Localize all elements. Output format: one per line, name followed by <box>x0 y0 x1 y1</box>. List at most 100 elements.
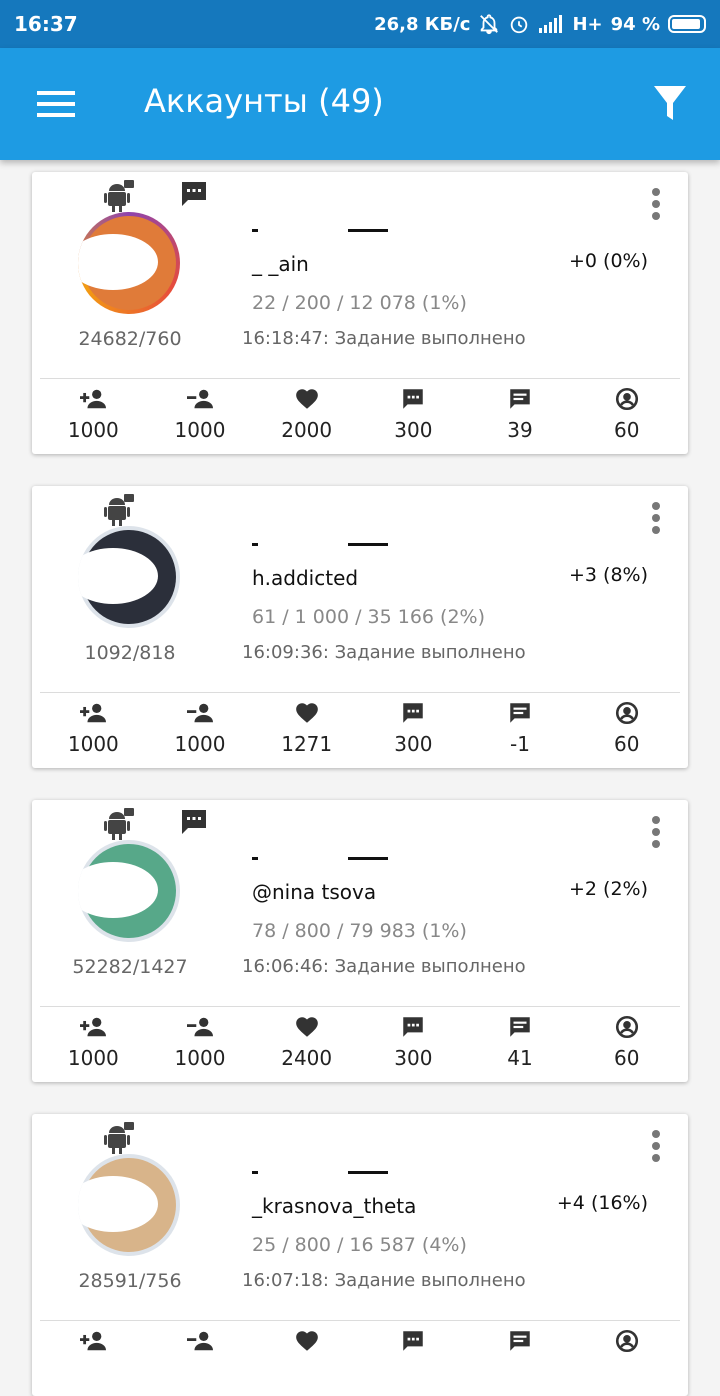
metric-comments[interactable]: 300 <box>360 700 467 760</box>
followers-following: 24682/760 <box>78 328 182 350</box>
metric-direct[interactable]: 41 <box>467 1014 574 1074</box>
android-icon <box>104 494 134 526</box>
avatar[interactable] <box>78 212 180 314</box>
battery-icon <box>668 15 706 33</box>
person-remove-icon <box>187 703 213 723</box>
more-options-icon[interactable] <box>648 814 664 854</box>
account-circle-icon <box>615 387 638 411</box>
metric-direct[interactable] <box>467 1328 574 1388</box>
followers-following: 1092/818 <box>84 642 176 664</box>
task-stats: 78 / 800 / 79 983 (1%) <box>252 920 467 942</box>
heart-icon <box>295 1331 318 1351</box>
chat-icon <box>510 1017 530 1037</box>
account-circle-icon <box>615 1329 638 1353</box>
display-name-redacted <box>252 220 402 238</box>
metric-limit[interactable] <box>573 1328 680 1388</box>
task-status: 16:07:18: Задание выполнено <box>242 1270 526 1291</box>
metrics-row: 1000 1000 2400 300 41 60 <box>40 1014 680 1074</box>
comment-icon <box>403 703 424 723</box>
battery-percent: 94 % <box>610 13 660 35</box>
android-icon <box>104 1122 134 1154</box>
metric-limit[interactable]: 60 <box>573 700 680 760</box>
task-status: 16:06:46: Задание выполнено <box>242 956 526 977</box>
metric-follow[interactable]: 1000 <box>40 700 147 760</box>
signal-icon <box>538 14 564 34</box>
username: _krasnova_theta <box>252 1194 417 1218</box>
account-circle-icon <box>615 701 638 725</box>
metric-likes[interactable]: 2400 <box>253 1014 360 1074</box>
metric-likes[interactable]: 1271 <box>253 700 360 760</box>
metric-limit[interactable]: 60 <box>573 1014 680 1074</box>
metric-unfollow[interactable]: 1000 <box>147 700 254 760</box>
metrics-row: 1000 1000 1271 300 -1 60 <box>40 700 680 760</box>
app-bar: Аккаунты (49) <box>0 48 720 160</box>
status-bar: 16:37 26,8 КБ/с H+ 94 % <box>0 0 720 48</box>
person-add-icon <box>80 1017 107 1037</box>
metric-direct[interactable]: -1 <box>467 700 574 760</box>
alarm-icon <box>508 13 530 35</box>
username: _ _ain <box>252 252 309 276</box>
heart-icon <box>295 1017 318 1037</box>
metric-comments[interactable] <box>360 1328 467 1388</box>
avatar[interactable] <box>78 1154 180 1256</box>
display-name-redacted <box>252 1162 402 1180</box>
display-name-redacted <box>252 534 402 552</box>
username: h.addicted <box>252 566 359 590</box>
heart-icon <box>295 703 318 723</box>
metric-limit[interactable]: 60 <box>573 386 680 446</box>
metric-likes[interactable]: 2000 <box>253 386 360 446</box>
page-title: Аккаунты (49) <box>144 82 384 120</box>
more-options-icon[interactable] <box>648 500 664 540</box>
username: @nina tsova <box>252 880 377 904</box>
account-circle-icon <box>615 1015 638 1039</box>
metric-unfollow[interactable]: 1000 <box>147 1014 254 1074</box>
more-options-icon[interactable] <box>648 1128 664 1168</box>
metrics-row <box>40 1328 680 1388</box>
metric-follow[interactable]: 1000 <box>40 386 147 446</box>
task-status: 16:18:47: Задание выполнено <box>242 328 526 349</box>
task-stats: 22 / 200 / 12 078 (1%) <box>252 292 467 314</box>
person-add-icon <box>80 1331 107 1351</box>
chat-icon <box>510 389 530 409</box>
metric-follow[interactable] <box>40 1328 147 1388</box>
growth-value: +0 (0%) <box>568 250 648 272</box>
menu-icon[interactable] <box>36 88 76 120</box>
metric-likes[interactable] <box>253 1328 360 1388</box>
metric-unfollow[interactable]: 1000 <box>147 386 254 446</box>
status-time: 16:37 <box>14 12 78 36</box>
followers-following: 28591/756 <box>78 1270 182 1292</box>
divider <box>40 1006 680 1007</box>
divider <box>40 1320 680 1321</box>
heart-icon <box>295 389 318 409</box>
metric-comments[interactable]: 300 <box>360 386 467 446</box>
message-icon <box>182 810 206 834</box>
more-options-icon[interactable] <box>648 186 664 226</box>
metric-follow[interactable]: 1000 <box>40 1014 147 1074</box>
metrics-row: 1000 1000 2000 300 39 60 <box>40 386 680 446</box>
task-status: 16:09:36: Задание выполнено <box>242 642 526 663</box>
divider <box>40 378 680 379</box>
comment-icon <box>403 389 424 409</box>
metric-direct[interactable]: 39 <box>467 386 574 446</box>
network-type: H+ <box>572 13 603 35</box>
metric-comments[interactable]: 300 <box>360 1014 467 1074</box>
account-card[interactable]: 1092/818 h.addicted +3 (8%) 61 / 1 000 /… <box>32 486 688 768</box>
comment-icon <box>403 1017 424 1037</box>
display-name-redacted <box>252 848 402 866</box>
person-add-icon <box>80 703 107 723</box>
task-stats: 25 / 800 / 16 587 (4%) <box>252 1234 467 1256</box>
chat-icon <box>510 703 530 723</box>
filter-icon[interactable] <box>652 84 692 124</box>
growth-value: +3 (8%) <box>568 564 648 586</box>
avatar[interactable] <box>78 526 180 628</box>
metric-unfollow[interactable] <box>147 1328 254 1388</box>
comment-icon <box>403 1331 424 1351</box>
person-remove-icon <box>187 1331 213 1351</box>
followers-following: 52282/1427 <box>72 956 188 978</box>
message-icon <box>182 182 206 206</box>
account-card[interactable]: 52282/1427 @nina tsova +2 (2%) 78 / 800 … <box>32 800 688 1082</box>
bell-off-icon <box>478 13 500 35</box>
account-card[interactable]: 24682/760 _ _ain +0 (0%) 22 / 200 / 12 0… <box>32 172 688 454</box>
account-card[interactable]: 28591/756 _krasnova_theta +4 (16%) 25 / … <box>32 1114 688 1396</box>
avatar[interactable] <box>78 840 180 942</box>
